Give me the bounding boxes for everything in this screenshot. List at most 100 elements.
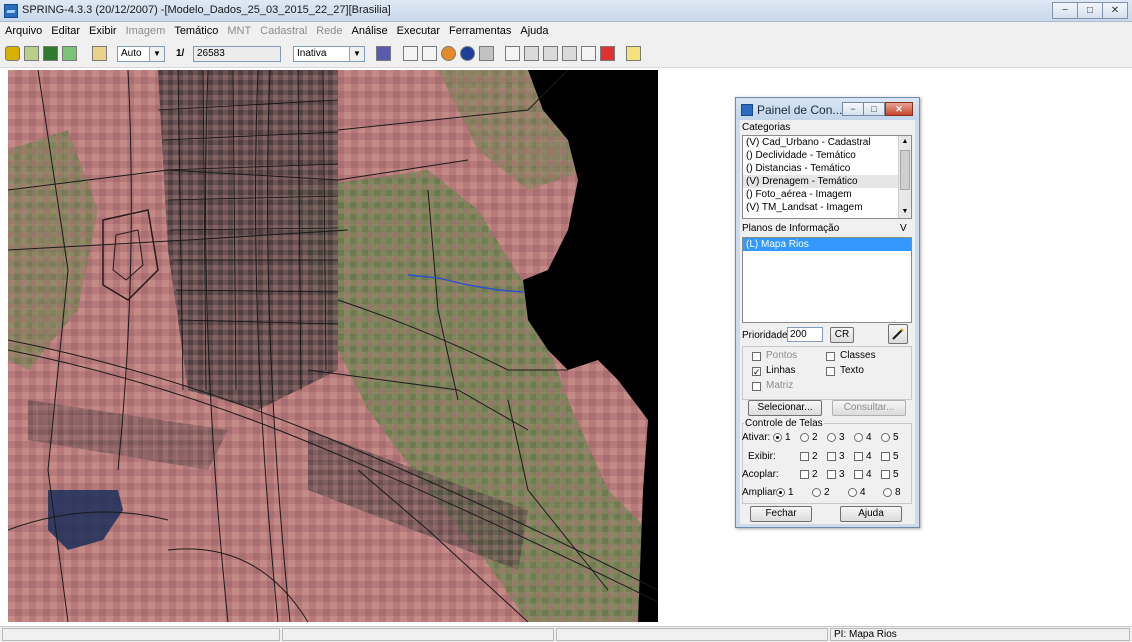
minimize-button[interactable]: − xyxy=(1052,2,1078,19)
help-icon[interactable] xyxy=(626,46,641,61)
menu-editar[interactable]: Editar xyxy=(51,25,80,37)
window-title: SPRING-4.3.3 (20/12/2007) -[Modelo_Dados… xyxy=(22,4,391,16)
panel-title-bar[interactable]: Painel de Con... − □ ✕ xyxy=(736,98,919,120)
zoom-out-icon[interactable] xyxy=(543,46,558,61)
list-item[interactable]: () Distancias - Temático xyxy=(743,162,911,175)
menu-tematico[interactable]: Temático xyxy=(174,25,218,37)
status-cell-2 xyxy=(282,628,554,641)
consultar-button[interactable]: Consultar... xyxy=(832,400,906,416)
menu-mnt[interactable]: MNT xyxy=(227,25,251,37)
acoplar-checkbox-5[interactable] xyxy=(881,470,890,479)
menu-executar[interactable]: Executar xyxy=(397,25,440,37)
ampliar-radio-1[interactable] xyxy=(776,488,785,497)
menu-analise[interactable]: Análise xyxy=(352,25,388,37)
classes-checkbox[interactable] xyxy=(826,352,835,361)
ajuda-button[interactable]: Ajuda xyxy=(840,506,902,522)
exibir-checkbox-4[interactable] xyxy=(854,452,863,461)
menu-exibir[interactable]: Exibir xyxy=(89,25,117,37)
exibir-checkbox-5[interactable] xyxy=(881,452,890,461)
zoom-in-icon[interactable] xyxy=(524,46,539,61)
menu-rede[interactable]: Rede xyxy=(316,25,342,37)
texto-checkbox[interactable] xyxy=(826,367,835,376)
prioridade-input[interactable]: 200 xyxy=(787,327,823,342)
acoplar-checkbox-4[interactable] xyxy=(854,470,863,479)
ativar-radio-4[interactable] xyxy=(854,433,863,442)
status-bar: PI: Mapa Rios xyxy=(0,626,1132,642)
ativar-radio-3[interactable] xyxy=(827,433,836,442)
linhas-checkbox[interactable] xyxy=(752,367,761,376)
scale-mode-select[interactable]: Auto ▼ xyxy=(117,46,165,62)
panel-close-button[interactable]: ✕ xyxy=(885,102,913,116)
categorias-list[interactable]: (V) Cad_Urbano - Cadastral () Declividad… xyxy=(742,135,912,219)
select-icon[interactable] xyxy=(403,46,418,61)
menu-arquivo[interactable]: Arquivo xyxy=(5,25,42,37)
exibir-checkbox-2[interactable] xyxy=(800,452,809,461)
chevron-down-icon[interactable]: ▼ xyxy=(149,47,164,61)
redraw-icon[interactable] xyxy=(600,46,615,61)
menu-imagem[interactable]: Imagem xyxy=(126,25,166,37)
ampliar-radio-2[interactable] xyxy=(812,488,821,497)
draw-icon[interactable] xyxy=(62,46,77,61)
matriz-checkbox[interactable] xyxy=(752,382,761,391)
cursor-cross-icon[interactable] xyxy=(422,46,437,61)
project-icon[interactable] xyxy=(24,46,39,61)
list-item[interactable]: (V) Drenagem - Temático xyxy=(743,175,911,188)
list-item[interactable]: (V) TM_Landsat - Imagem xyxy=(743,201,911,214)
planos-list[interactable]: (L) Mapa Rios xyxy=(742,237,912,323)
ampliar-label: Ampliar: xyxy=(742,487,779,498)
control-panel-dialog[interactable]: Painel de Con... − □ ✕ Categorias (V) Ca… xyxy=(735,97,920,528)
edit-color-icon[interactable] xyxy=(888,324,908,344)
list-item[interactable]: (L) Mapa Rios xyxy=(743,238,911,251)
ativar-radio-1[interactable] xyxy=(773,433,782,442)
state-select[interactable]: Inativa ▼ xyxy=(293,46,365,62)
menu-ajuda[interactable]: Ajuda xyxy=(520,25,548,37)
zoom-window-icon[interactable] xyxy=(562,46,577,61)
acoplar-checkbox-2[interactable] xyxy=(800,470,809,479)
fechar-button[interactable]: Fechar xyxy=(750,506,812,522)
pan-icon[interactable] xyxy=(441,46,456,61)
ativar-radio-3-label: 3 xyxy=(839,432,845,443)
list-item[interactable]: () Foto_aérea - Imagem xyxy=(743,188,911,201)
chevron-down-icon[interactable]: ▼ xyxy=(349,47,364,61)
classes-label: Classes xyxy=(840,350,876,361)
ampliar-radio-8[interactable] xyxy=(883,488,892,497)
categorias-scrollbar[interactable]: ▲ ▼ xyxy=(898,136,911,218)
maximize-button[interactable]: □ xyxy=(1077,2,1103,19)
ampliar-radio-4[interactable] xyxy=(848,488,857,497)
scroll-down-icon[interactable]: ▼ xyxy=(899,206,911,218)
scroll-up-icon[interactable]: ▲ xyxy=(899,136,911,148)
list-item[interactable]: () Declividade - Temático xyxy=(743,149,911,162)
menu-ferramentas[interactable]: Ferramentas xyxy=(449,25,511,37)
close-button[interactable]: ✕ xyxy=(1102,2,1128,19)
exibir-checkbox-3[interactable] xyxy=(827,452,836,461)
acoplar-checkbox-2-label: 2 xyxy=(812,469,818,480)
texto-label: Texto xyxy=(840,365,864,376)
selecionar-button[interactable]: Selecionar... xyxy=(748,400,822,416)
acoplar-checkbox-3[interactable] xyxy=(827,470,836,479)
scale-icon[interactable] xyxy=(92,46,107,61)
map-canvas[interactable] xyxy=(8,70,658,622)
ativar-radio-5-label: 5 xyxy=(893,432,899,443)
back-icon[interactable] xyxy=(581,46,596,61)
scale-mode-value: Auto xyxy=(121,48,142,59)
acoplar-checkbox-3-label: 3 xyxy=(839,469,845,480)
panel-minimize-button[interactable]: − xyxy=(842,102,864,116)
layers-icon[interactable] xyxy=(43,46,58,61)
database-icon[interactable] xyxy=(5,46,20,61)
acoplar-checkbox-4-label: 4 xyxy=(866,469,872,480)
status-plane: PI: Mapa Rios xyxy=(830,628,1130,641)
pontos-checkbox[interactable] xyxy=(752,352,761,361)
grid-icon[interactable] xyxy=(376,46,391,61)
list-item[interactable]: (V) Cad_Urbano - Cadastral xyxy=(743,136,911,149)
cr-button[interactable]: CR xyxy=(830,327,854,343)
scale-value-field[interactable]: 26583 xyxy=(193,46,281,62)
eraser-icon[interactable] xyxy=(479,46,494,61)
ativar-radio-5[interactable] xyxy=(881,433,890,442)
panel-maximize-button[interactable]: □ xyxy=(863,102,885,116)
menu-cadastral[interactable]: Cadastral xyxy=(260,25,307,37)
ativar-radio-2[interactable] xyxy=(800,433,809,442)
line-edit-icon[interactable] xyxy=(505,46,520,61)
info-icon[interactable] xyxy=(460,46,475,61)
planos-visibility-button[interactable]: V xyxy=(900,223,907,234)
scrollbar-thumb[interactable] xyxy=(900,150,910,190)
